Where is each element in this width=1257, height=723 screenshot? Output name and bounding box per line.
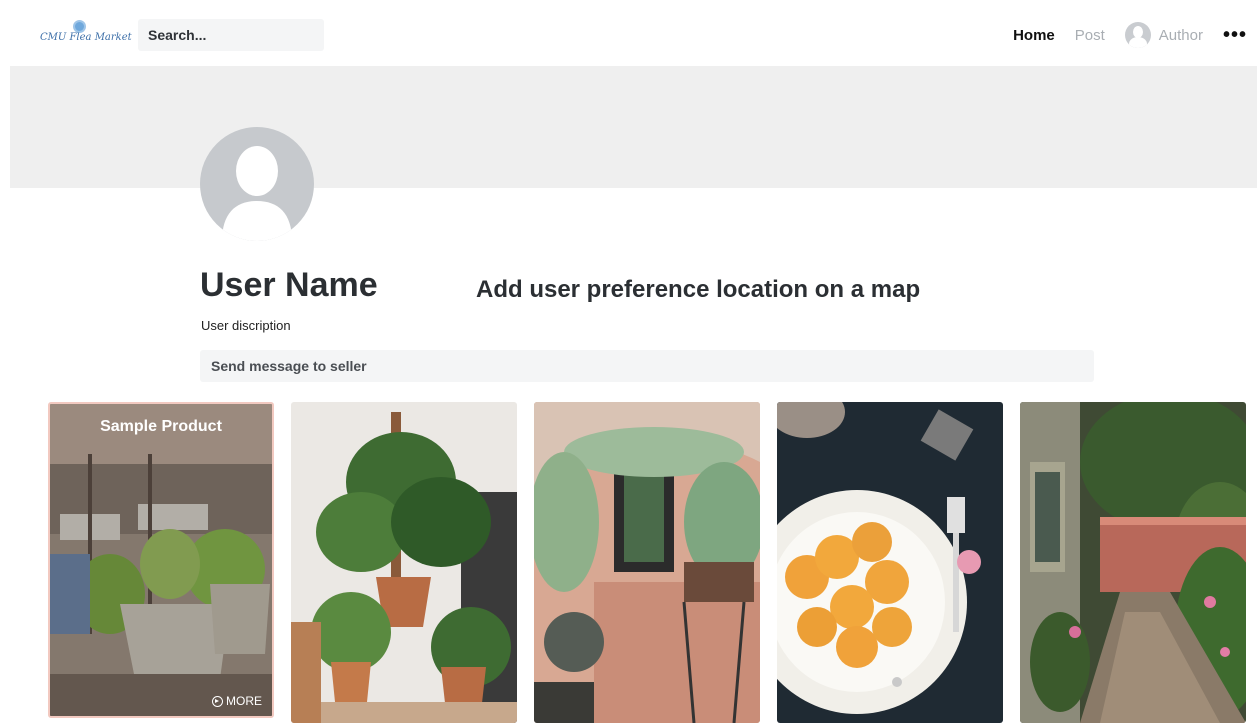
nav-home[interactable]: Home bbox=[1013, 27, 1055, 44]
logo[interactable]: CMU Flea Market bbox=[40, 20, 132, 48]
play-circle-icon bbox=[212, 695, 223, 707]
search-input[interactable] bbox=[138, 19, 324, 51]
dessert-plate-image bbox=[777, 402, 1003, 723]
user-description: User discription bbox=[201, 318, 291, 333]
logo-text: CMU Flea Market bbox=[40, 32, 132, 43]
courtyard-image bbox=[534, 402, 760, 723]
default-user-icon bbox=[222, 146, 292, 241]
product-card[interactable] bbox=[777, 402, 1003, 723]
nav-post[interactable]: Post bbox=[1075, 27, 1105, 44]
profile-page: CMU Flea Market Home Post Author ••• Use… bbox=[0, 0, 1257, 723]
product-card[interactable]: Sample Product MORE bbox=[48, 402, 274, 718]
author-avatar-icon bbox=[1124, 22, 1151, 48]
user-name: User Name bbox=[200, 266, 378, 304]
garden-path-image bbox=[1020, 402, 1246, 723]
card-title: Sample Product bbox=[100, 418, 222, 435]
user-avatar bbox=[200, 127, 314, 241]
nav-author-label: Author bbox=[1158, 26, 1203, 44]
product-card[interactable] bbox=[1020, 402, 1246, 723]
product-card[interactable] bbox=[534, 402, 760, 723]
nav-author[interactable]: Author bbox=[1124, 22, 1203, 48]
product-card[interactable] bbox=[291, 402, 517, 723]
map-location-note: Add user preference location on a map bbox=[476, 276, 921, 303]
message-seller-input[interactable] bbox=[200, 350, 1094, 382]
more-label: MORE bbox=[226, 694, 262, 708]
card-overlay bbox=[50, 404, 272, 716]
navbar: CMU Flea Market Home Post Author ••• bbox=[0, 0, 1257, 66]
indoor-plants-image bbox=[291, 402, 517, 723]
cover-banner bbox=[10, 66, 1257, 188]
more-options-icon[interactable]: ••• bbox=[1223, 25, 1247, 45]
nav-links: Home Post Author ••• bbox=[1013, 20, 1247, 50]
more-link[interactable]: MORE bbox=[212, 694, 262, 708]
